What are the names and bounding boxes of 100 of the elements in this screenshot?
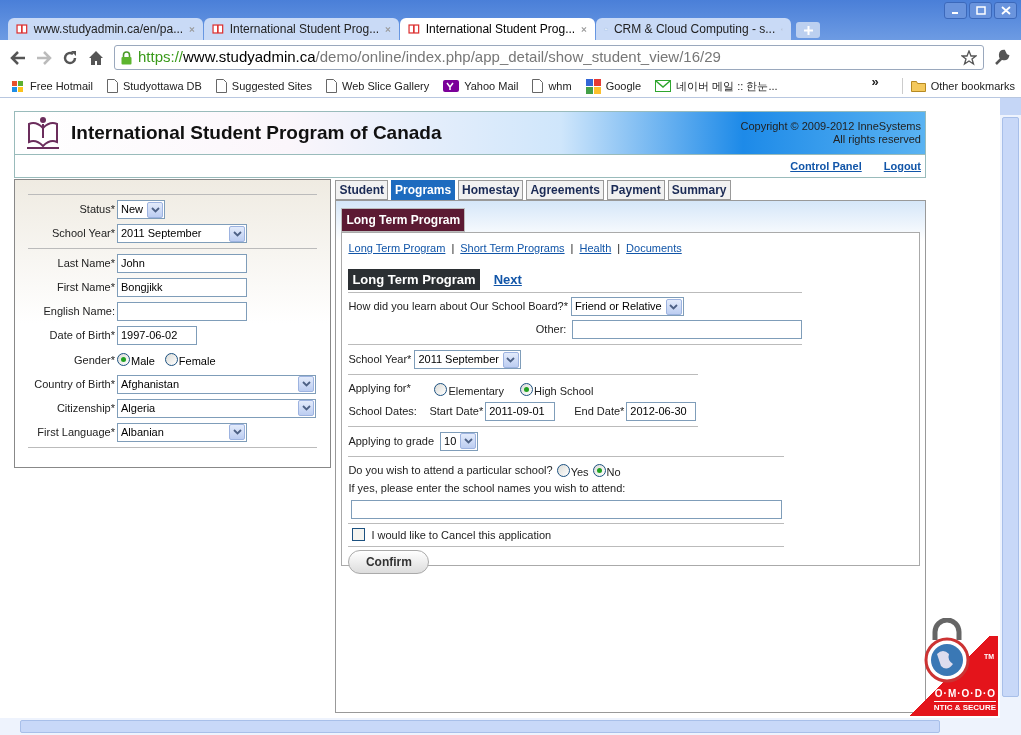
- page-icon: [215, 79, 227, 93]
- radio-button[interactable]: [164, 353, 178, 367]
- home-icon[interactable]: [88, 49, 104, 66]
- dropdown[interactable]: Afghanistan: [117, 374, 316, 394]
- radio-button[interactable]: [434, 383, 448, 397]
- date-field[interactable]: 2011-09-01: [485, 401, 556, 421]
- field-label: Last Name*: [56, 256, 115, 272]
- text-field[interactable]: [351, 499, 783, 519]
- header-link[interactable]: Control Panel: [790, 157, 862, 175]
- program-link[interactable]: Long Term Program: [348, 240, 446, 257]
- dropdown[interactable]: Albanian: [117, 422, 247, 442]
- radio-button[interactable]: [520, 383, 534, 397]
- confirm-button[interactable]: Confirm: [348, 550, 430, 574]
- date-field[interactable]: 2012-06-30: [626, 401, 697, 421]
- star-icon[interactable]: [961, 49, 977, 66]
- browser-tab[interactable]: www.studyadmin.ca/en/pa...: [8, 18, 203, 40]
- radio-button[interactable]: [117, 353, 130, 367]
- horizontal-scrollbar[interactable]: [0, 718, 1021, 735]
- header-link[interactable]: Logout: [883, 157, 921, 175]
- padlock-globe-icon: [923, 618, 971, 684]
- program-link[interactable]: Short Term Programs: [460, 240, 565, 257]
- panel-tab[interactable]: Long Term Program: [341, 208, 466, 232]
- site-title: International Student Program of Canada: [71, 120, 442, 145]
- back-icon[interactable]: [10, 50, 26, 65]
- book-icon: [16, 23, 28, 35]
- program-link[interactable]: Health: [579, 240, 612, 257]
- field-label: Do you wish to attend a particular school?: [348, 463, 553, 478]
- text-field[interactable]: [117, 302, 247, 321]
- field-label: First Name*: [55, 280, 115, 296]
- field-label: Status*: [78, 202, 115, 218]
- field-label: First Language*: [36, 424, 115, 440]
- field-label: How did you learn about Our School Board?*: [348, 299, 568, 315]
- tab-title: CRM & Cloud Computing - s...: [613, 21, 776, 38]
- field-label: Country of Birth*: [33, 376, 115, 392]
- book-icon: [212, 23, 224, 35]
- copyright-text: Copyright © 2009-2012 InneSystems: [740, 120, 921, 133]
- next-link[interactable]: Next: [493, 269, 522, 289]
- section-tab[interactable]: Programs: [391, 180, 456, 200]
- bookmark-item[interactable]: Google: [585, 77, 642, 95]
- text-field[interactable]: Bongjikk: [117, 278, 247, 297]
- text-field[interactable]: [572, 320, 803, 339]
- book-icon: [408, 23, 420, 35]
- tab-title: www.studyadmin.ca/en/pa...: [33, 21, 184, 38]
- wrench-icon[interactable]: [994, 49, 1011, 66]
- school-logo: [25, 114, 61, 152]
- section-tab[interactable]: Agreements: [526, 180, 604, 200]
- field-label: Applying for*: [348, 381, 412, 396]
- tagline-text: NTIC & SECURE: [933, 701, 996, 714]
- rights-text: All rights reserved: [832, 133, 921, 146]
- vertical-scrollbar[interactable]: [1000, 98, 1021, 718]
- section-tab[interactable]: Summary: [667, 180, 731, 200]
- field-label: School Dates:: [348, 403, 418, 419]
- browser-tab[interactable]: International Student Prog...: [400, 18, 595, 40]
- bookmark-item[interactable]: Suggested Sites: [215, 77, 312, 95]
- dropdown[interactable]: Algeria: [117, 398, 316, 418]
- browser-tab[interactable]: International Student Prog...: [204, 18, 399, 40]
- maximize-icon[interactable]: [969, 2, 992, 19]
- dropdown[interactable]: New: [117, 200, 165, 219]
- section-tab[interactable]: Homestay: [458, 180, 524, 200]
- radio-label: Elementary: [448, 384, 505, 399]
- url-text: https://www.studyadmin.ca/demo/online/index.php/app_detail/show_student_view/16/29: [138, 47, 722, 68]
- dropdown[interactable]: 10: [440, 431, 479, 451]
- envelope-icon: [655, 80, 672, 92]
- bookmark-item[interactable]: 네이버 메일 :: 한눈...: [655, 77, 778, 95]
- dropdown[interactable]: Friend or Relative: [570, 297, 684, 316]
- dropdown[interactable]: 2011 September: [414, 350, 521, 369]
- folder-icon: [910, 80, 926, 92]
- radio-button[interactable]: [592, 463, 606, 477]
- text-field[interactable]: 1997-06-02: [117, 326, 197, 345]
- page-icon: [106, 79, 118, 93]
- address-bar[interactable]: https://www.studyadmin.ca/demo/online/index.php/app_detail/show_student_view/16/29: [114, 45, 984, 70]
- field-label: Other:: [535, 322, 567, 338]
- more-bookmarks-button[interactable]: »: [871, 72, 879, 92]
- bookmark-item[interactable]: whm: [532, 77, 572, 95]
- link-separator: |: [617, 241, 621, 256]
- checkbox[interactable]: [352, 528, 366, 542]
- radio-label: Female: [178, 354, 216, 369]
- field-label: School Year*: [348, 352, 412, 368]
- section-tab[interactable]: Payment: [606, 180, 665, 200]
- radio-button[interactable]: [556, 463, 570, 477]
- text-field[interactable]: John: [117, 254, 247, 273]
- bookmark-folder[interactable]: Other bookmarks: [910, 77, 1015, 95]
- minimize-icon[interactable]: [944, 2, 967, 19]
- field-label: If yes, please enter the school names you wish to attend:: [348, 481, 627, 496]
- field-label: End Date*: [574, 403, 625, 419]
- bookmark-item[interactable]: Free Hotmail: [11, 77, 93, 95]
- field-label: Gender*: [73, 352, 115, 368]
- program-link[interactable]: Documents: [626, 240, 682, 257]
- radio-label: High School: [534, 384, 594, 399]
- field-label: Date of Birth*: [48, 328, 115, 344]
- section-tab[interactable]: Student: [335, 180, 389, 200]
- field-label: English Name:: [42, 304, 115, 320]
- bookmark-item[interactable]: Studyottawa DB: [106, 77, 202, 95]
- bookmark-item[interactable]: Yahoo Mail: [443, 77, 519, 95]
- dropdown[interactable]: 2011 September: [117, 224, 247, 243]
- reload-icon[interactable]: [62, 49, 78, 66]
- field-label: Applying to grade: [348, 433, 434, 449]
- browser-tab[interactable]: CRM & Cloud Computing - s...: [596, 18, 791, 40]
- bookmark-item[interactable]: Web Slice Gallery: [325, 77, 430, 95]
- link-separator: |: [451, 241, 455, 256]
